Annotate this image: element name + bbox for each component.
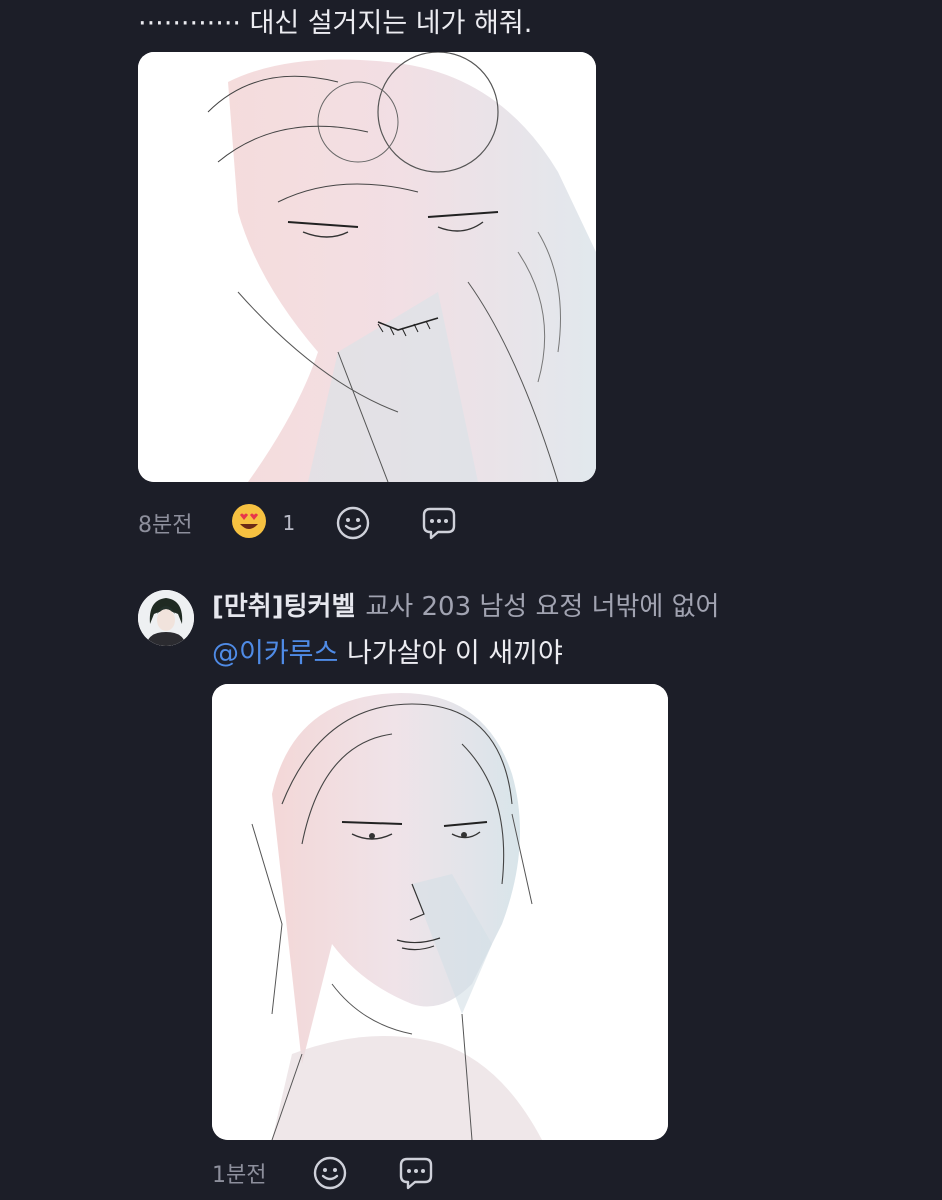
timestamp: 8분전 [138,513,193,538]
smile-icon [314,1156,347,1190]
avatar[interactable] [138,590,194,646]
username[interactable]: [만취]팅커벨 [212,592,355,622]
reply-button[interactable] [419,503,459,543]
add-reaction-button[interactable] [333,503,373,543]
reaction-chip[interactable]: 1 [230,502,295,544]
mention-link[interactable]: @이카루스 [212,638,338,669]
comment-1-image[interactable] [138,52,596,482]
chat-bubble-icon [423,507,456,540]
comment-2-meta: 1분전 [212,1152,436,1194]
sketch-illustration-icon [138,52,596,482]
avatar-image-icon [138,590,194,646]
comment-1-meta: 8분전 1 [138,502,459,544]
add-reaction-button[interactable] [310,1153,350,1193]
reaction-count: 1 [282,511,296,535]
timestamp: 1분전 [212,1163,267,1188]
comment-2-header: [만취]팅커벨 교사 203 남성 요정 너밖에 없어 [212,588,719,626]
user-status: 교사 203 남성 요정 너밖에 없어 [365,592,720,622]
reply-button[interactable] [396,1153,436,1193]
smile-icon [337,506,370,540]
comment-2-body: 나가살아 이 새끼야 [338,638,563,669]
chat-bubble-icon [400,1157,433,1190]
heart-eyes-emoji-icon [230,502,268,544]
comment-2-text: @이카루스 나가살아 이 새끼야 [212,634,563,674]
comment-1-text: ············ 대신 설거지는 네가 해줘. [138,8,533,39]
comment-2-image[interactable] [212,684,668,1140]
sketch-illustration-icon [212,684,668,1140]
